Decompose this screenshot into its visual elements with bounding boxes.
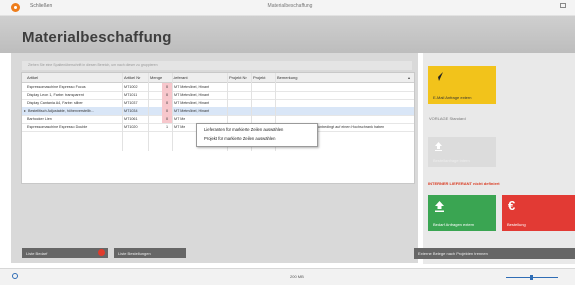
- separate-documents-button[interactable]: Externe Belege nach Projekten trennen: [414, 248, 575, 259]
- separate-documents-label: Externe Belege nach Projekten trennen: [418, 251, 488, 256]
- cell-lieferant: MT Metmöbel, Hinant: [174, 100, 210, 105]
- cell-lieferant: MT Me: [174, 116, 186, 121]
- cell-artikel: Display Leon 1, Farbe: transparent: [27, 92, 84, 97]
- send-icon: [434, 72, 443, 81]
- upload-icon: [435, 142, 442, 151]
- cell-artikel-nr: MT1011: [124, 92, 138, 97]
- upload-icon: [435, 201, 444, 212]
- liste-bedarf-label: Liste Bedarf: [26, 251, 48, 256]
- column-projekt-nr[interactable]: Projekt Nr: [229, 75, 247, 80]
- email-request-label: E-Mail Anfrage extern: [433, 95, 472, 100]
- close-window-link[interactable]: Schließen: [30, 3, 52, 9]
- liste-bestellungen-button[interactable]: Liste Bestellungen: [114, 248, 186, 258]
- window-titlebar: Schließen Materialbeschaffung: [0, 0, 575, 16]
- column-bemerkung[interactable]: Bemerkung: [277, 75, 297, 80]
- cell-artikel: Bestelltisch Adjustable, höhenverstellb.…: [28, 108, 94, 113]
- bedarf-request-label: Bedarf Anfragen extern: [433, 222, 475, 227]
- column-divider: [172, 73, 173, 151]
- context-menu: Lieferanten für markierte Zeilen auswähl…: [196, 123, 318, 147]
- cell-lieferant: MT Metmöbel, Hinant: [174, 84, 210, 89]
- bedarf-request-tile[interactable]: Bedarf Anfragen extern: [428, 195, 496, 231]
- page-title: Materialbeschaffung: [22, 29, 172, 46]
- warning-text: INTERNER LIEFERANT nicht definiert: [428, 181, 500, 186]
- column-projekt[interactable]: Projekt: [253, 75, 265, 80]
- page-header: Materialbeschaffung: [0, 16, 575, 53]
- column-lieferant[interactable]: Lieferant: [172, 75, 188, 80]
- cell-menge: 0: [166, 100, 169, 105]
- restore-window-icon[interactable]: [560, 3, 566, 8]
- cell-artikel: Espressomaschine Espresso Double: [27, 124, 88, 129]
- action-panel: E-Mail Anfrage extern VORLAGE Standard B…: [414, 53, 575, 264]
- cell-artikel-nr: MT1020: [124, 124, 138, 129]
- cell-artikel: Display Cantania A4, Farbe: silber: [27, 100, 83, 105]
- column-menge[interactable]: Menge: [150, 75, 162, 80]
- row-indicator-icon: ▸: [24, 108, 27, 113]
- cell-artikel-nr: MT1034: [124, 108, 138, 113]
- liste-bestellungen-label: Liste Bestellungen: [118, 251, 151, 256]
- cell-artikel-nr: MT1061: [124, 116, 138, 121]
- zoom-slider-handle[interactable]: [530, 275, 533, 280]
- cell-bemerkung: unbedingt auf einen Hochschrank haben: [318, 124, 385, 129]
- column-divider: [148, 73, 149, 151]
- cell-artikel-nr: MT1002: [124, 84, 138, 89]
- cell-menge: 0: [166, 84, 169, 89]
- internal-request-tile: Bestellanfrage intern: [428, 137, 496, 167]
- order-tile[interactable]: € Bestellung: [502, 195, 575, 231]
- order-label: Bestellung: [507, 222, 526, 227]
- cell-menge: 0: [166, 108, 169, 113]
- window-title: Materialbeschaffung: [267, 3, 313, 9]
- cell-lieferant: MT Metmöbel, Hinant: [174, 92, 210, 97]
- liste-bedarf-button[interactable]: Liste Bedarf: [22, 248, 108, 258]
- group-hint-text: Ziehen Sie eine Spaltenüberschrift in di…: [28, 63, 158, 67]
- group-by-area[interactable]: Ziehen Sie eine Spaltenüberschrift in di…: [22, 61, 412, 70]
- notification-badge-icon: [98, 249, 105, 256]
- internal-request-label: Bestellanfrage intern: [433, 158, 470, 163]
- sort-indicator-icon[interactable]: ▴: [408, 75, 410, 80]
- menu-item-select-supplier[interactable]: Lieferanten für markierte Zeilen auswähl…: [204, 127, 283, 132]
- cell-artikel-nr: MT1037: [124, 100, 138, 105]
- cell-menge: 0: [166, 92, 169, 97]
- cell-menge: 0: [166, 116, 169, 121]
- cell-artikel: Espressomaschine Espresso Focus: [27, 84, 86, 89]
- column-artikel-nr[interactable]: Artikel Nr: [124, 75, 140, 80]
- template-label: VORLAGE Standard: [429, 116, 466, 121]
- app-logo-icon[interactable]: [11, 3, 20, 12]
- column-artikel[interactable]: Artikel: [27, 75, 38, 80]
- column-divider: [122, 73, 123, 151]
- grid-header: Artikel Artikel Nr Menge Lieferant Proje…: [22, 73, 414, 83]
- cell-lieferant: MT Me: [174, 124, 186, 129]
- status-bar: 200 MB: [0, 268, 575, 285]
- cell-artikel: Barhocker Lien: [27, 116, 52, 121]
- euro-icon: €: [508, 198, 516, 213]
- menu-item-select-project[interactable]: Projekt für markierte Zeilen auswählen: [204, 136, 275, 141]
- cell-lieferant: MT Metmöbel, Hinant: [174, 108, 210, 113]
- status-memory: 200 MB: [290, 274, 304, 279]
- cell-menge: 1: [166, 124, 169, 129]
- email-request-tile[interactable]: E-Mail Anfrage extern: [428, 66, 496, 104]
- info-icon[interactable]: [12, 273, 18, 279]
